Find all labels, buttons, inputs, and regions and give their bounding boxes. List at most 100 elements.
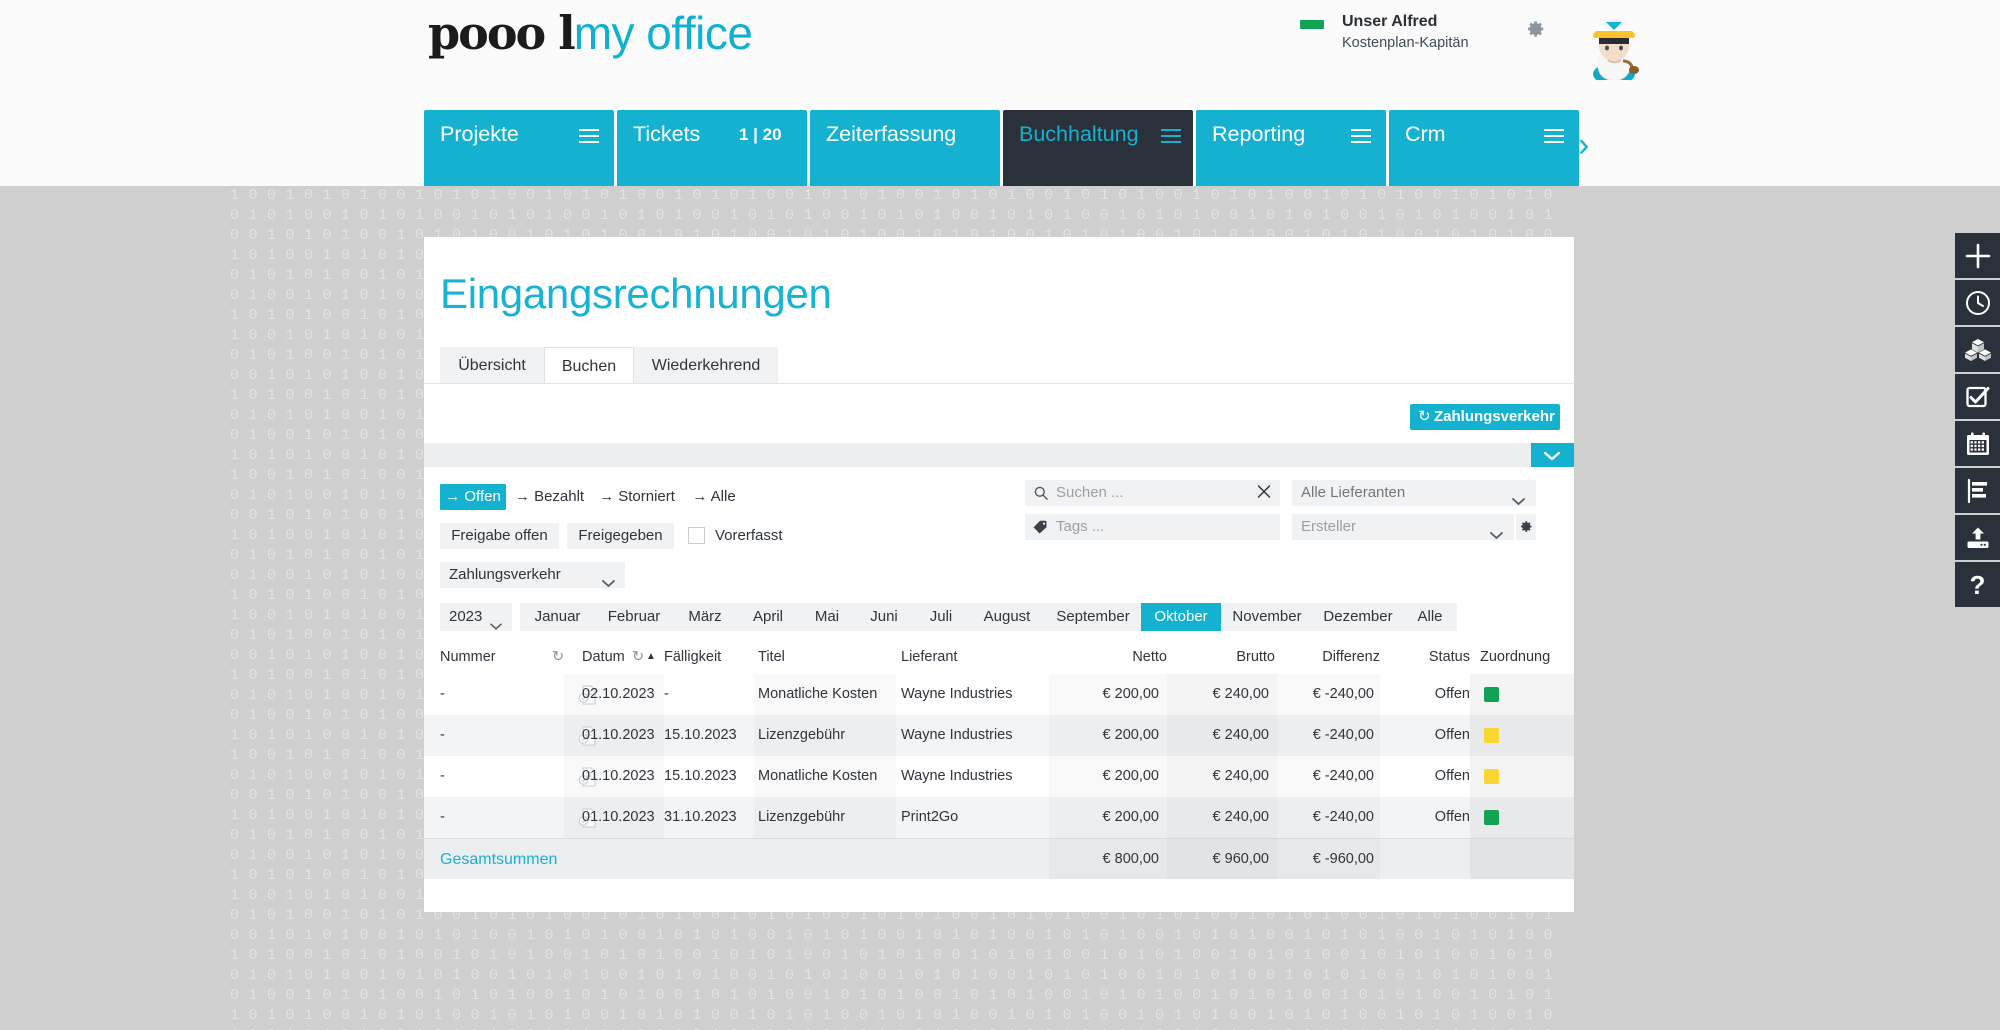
gear-icon[interactable] [1525,18,1547,40]
app-logo[interactable]: pooo lmy office [428,6,753,60]
month-mai[interactable]: Mai [799,603,855,631]
column-header-netto[interactable]: Netto [984,640,1167,674]
column-header-lieferant[interactable]: Lieferant [901,640,957,674]
table-row[interactable]: - 01.10.2023 31.10.2023 Lizenzgebühr Pri… [424,797,1574,838]
sort-asc-icon[interactable]: ▲ [646,640,656,674]
main-navigation: Projekte Tickets 1 | 20 Zeiterfassung Bu… [0,110,2000,186]
column-header-differenz[interactable]: Differenz [1279,640,1380,674]
month-juni[interactable]: Juni [855,603,913,631]
add-button[interactable] [1955,233,2000,278]
table-row[interactable]: - 01.10.2023 15.10.2023 Lizenzgebühr Way… [424,715,1574,756]
column-header-status[interactable]: Status [1384,640,1470,674]
table-row[interactable]: - 02.10.2023 - Monatliche Kosten Wayne I… [424,674,1574,715]
reset-icon[interactable]: ↻ [632,640,644,674]
month-label: Juni [870,608,898,625]
cell-nummer: - [440,686,445,702]
tab-buchen[interactable]: Buchen [544,347,634,384]
upload-button[interactable] [1955,515,2000,560]
user-block[interactable]: Unser Alfred Kostenplan-Kapitän [1300,8,1639,85]
month-april[interactable]: April [737,603,799,631]
calendar-button[interactable] [1955,421,2000,466]
column-header-brutto[interactable]: Brutto [1169,640,1275,674]
cell-nummer: - [440,809,445,825]
vorerfasst-checkbox[interactable] [688,527,705,544]
month-alle[interactable]: Alle [1403,603,1457,631]
nav-tab-buchhaltung[interactable]: Buchhaltung [1003,110,1193,186]
tags-input[interactable]: Tags ... [1025,514,1280,540]
month-maerz[interactable]: März [673,603,737,631]
pill-label: Storniert [618,488,675,505]
filter-pill-offen[interactable]: → Offen [440,484,506,510]
nav-tab-reporting[interactable]: Reporting [1196,110,1386,186]
products-button[interactable] [1955,327,2000,372]
hamburger-icon[interactable] [1544,129,1564,143]
tab-label: Wiederkehrend [651,357,761,374]
cell-faelligkeit: - [664,686,669,702]
filter-pill-storniert[interactable]: → Storniert [593,484,681,510]
month-oktober[interactable]: Oktober [1141,603,1221,631]
creator-settings-button[interactable] [1516,514,1536,540]
cell-datum: 01.10.2023 [582,809,655,825]
nav-tab-projekte[interactable]: Projekte [424,110,614,186]
search-input[interactable]: Suchen ... [1025,480,1280,506]
month-dezember[interactable]: Dezember [1313,603,1403,631]
column-header-nummer[interactable]: Nummer [440,640,496,674]
pill-arrow-icon: → [692,488,708,505]
table-footer [424,879,1574,905]
cell-status: Offen [1434,727,1470,743]
pill-label: Freigabe offen [451,527,548,544]
pill-arrow-icon: → [599,488,615,505]
right-toolbar: ? [1955,233,2000,609]
invoices-table: Nummer ↻ Datum ↻ ▲ Fälligkeit Titel Lief… [424,640,1574,905]
payment-select[interactable]: Zahlungsverkehr [440,562,625,588]
column-header-faelligkeit[interactable]: Fälligkeit [664,640,721,674]
month-september[interactable]: September [1045,603,1141,631]
filter-pill-freigegeben[interactable]: Freigegeben [567,523,674,549]
hamburger-icon[interactable] [1351,129,1371,143]
totals-label[interactable]: Gesamtsummen [440,839,557,880]
month-februar[interactable]: Februar [595,603,673,631]
reports-button[interactable] [1955,468,2000,513]
month-november[interactable]: November [1221,603,1313,631]
captain-avatar[interactable] [1578,4,1650,85]
year-select[interactable]: 2023 [440,603,512,631]
user-name: Unser Alfred [1342,13,1438,30]
tasks-button[interactable] [1955,374,2000,419]
hamburger-icon[interactable] [1161,129,1181,143]
top-bar: pooo lmy office Unser Alfred Kostenplan-… [0,0,2000,186]
tab-uebersicht[interactable]: Übersicht [440,347,544,384]
hamburger-icon[interactable] [579,129,599,143]
creator-select[interactable]: Ersteller [1292,514,1514,540]
nav-tab-tickets[interactable]: Tickets 1 | 20 [617,110,807,186]
cell-faelligkeit: 15.10.2023 [664,727,737,743]
help-button[interactable]: ? [1955,562,2000,607]
filter-pill-alle[interactable]: → Alle [686,484,742,510]
cell-netto: € 200,00 [1102,809,1159,825]
nav-tab-crm[interactable]: Crm [1389,110,1579,186]
table-row[interactable]: - 01.10.2023 15.10.2023 Monatliche Koste… [424,756,1574,797]
cell-differenz: € -240,00 [1312,727,1374,743]
time-button[interactable] [1955,280,2000,325]
chevron-right-icon[interactable]: › [1578,128,1589,162]
supplier-select[interactable]: Alle Lieferanten [1292,480,1536,506]
tag-icon [1033,520,1048,534]
reset-icon[interactable]: ↻ [552,640,564,674]
nav-tab-zeiterfassung[interactable]: Zeiterfassung [810,110,1000,186]
collapse-filters-button[interactable] [1531,443,1574,467]
column-header-titel[interactable]: Titel [758,640,785,674]
chevron-down-icon [602,571,615,588]
month-januar[interactable]: Januar [520,603,595,631]
cell-netto: € 200,00 [1102,727,1159,743]
column-label: Datum [582,649,625,665]
month-august[interactable]: August [969,603,1045,631]
cell-nummer: - [440,727,445,743]
payment-traffic-button[interactable]: ↻ Zahlungsverkehr [1410,404,1560,430]
tab-wiederkehrend[interactable]: Wiederkehrend [634,347,778,384]
close-icon[interactable] [1257,484,1271,501]
column-header-datum[interactable]: Datum [582,640,625,674]
filter-pill-bezahlt[interactable]: → Bezahlt [510,484,589,510]
cell-netto: € 200,00 [1102,686,1159,702]
column-header-zuordnung[interactable]: Zuordnung [1480,640,1550,674]
month-juli[interactable]: Juli [913,603,969,631]
filter-pill-freigabe-offen[interactable]: Freigabe offen [440,523,559,549]
